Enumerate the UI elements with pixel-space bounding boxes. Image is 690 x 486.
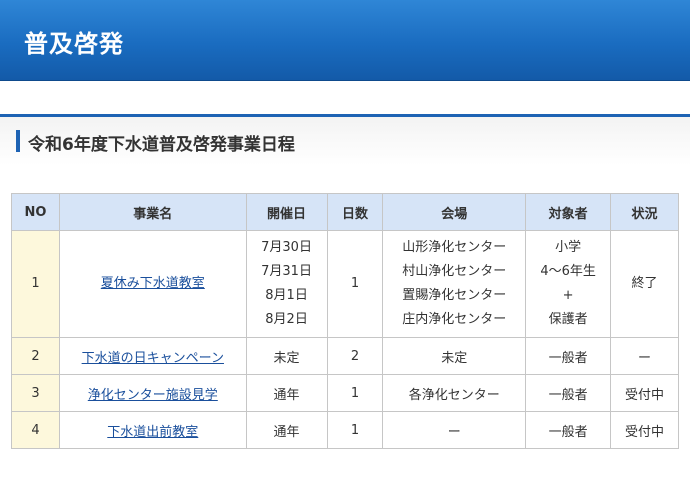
section-title: 令和6年度下水道普及啓発事業日程 <box>28 135 295 155</box>
target-line: 保護者 <box>548 312 588 327</box>
event-name-cell: 浄化センター施設見学 <box>58 374 247 412</box>
days-cell: 1 <box>326 374 384 412</box>
status-cell: 受付中 <box>610 411 679 449</box>
event-link[interactable]: 浄化センター施設見学 <box>88 388 218 403</box>
page-banner: 普及啓発 <box>0 0 690 81</box>
header-target: 対象者 <box>525 193 612 231</box>
event-link[interactable]: 下水道出前教室 <box>107 425 198 440</box>
event-name-cell: 下水道の日キャンペーン <box>58 337 247 375</box>
venue-line: 庄内浄化センター <box>402 312 507 327</box>
header-days: 日数 <box>326 193 384 231</box>
date-cell: 通年 <box>245 411 328 449</box>
table-row: 1 夏休み下水道教室 7月30日 7月31日 8月1日 8月2日 1 山形浄化セ… <box>11 230 679 338</box>
target-line: 4〜6年生 <box>540 264 596 279</box>
table-row: 2 下水道の日キャンペーン 未定 2 未定 一般者 ー <box>11 337 679 375</box>
date-line: 7月30日 <box>261 240 312 255</box>
status-cell: 終了 <box>610 230 679 338</box>
date-cell: 7月30日 7月31日 8月1日 8月2日 <box>245 230 328 338</box>
schedule-table: NO 事業名 開催日 日数 会場 対象者 状況 1 夏休み下水道教室 7月30日… <box>11 193 679 449</box>
days-cell: 2 <box>326 337 384 375</box>
days-cell: 1 <box>326 230 384 338</box>
table-row: 4 下水道出前教室 通年 1 ー 一般者 受付中 <box>11 411 679 449</box>
section-accent-bar <box>16 130 20 152</box>
event-link[interactable]: 下水道の日キャンペーン <box>82 351 224 366</box>
status-cell: 受付中 <box>610 374 679 412</box>
target-line: + <box>562 288 574 303</box>
venue-line: 村山浄化センター <box>402 264 507 279</box>
date-line: 8月1日 <box>265 288 308 303</box>
row-no: 4 <box>11 411 60 449</box>
row-no: 3 <box>11 374 60 412</box>
header-venue: 会場 <box>382 193 527 231</box>
header-event-name: 事業名 <box>58 193 247 231</box>
date-cell: 通年 <box>245 374 328 412</box>
venue-cell: 各浄化センター <box>382 374 527 412</box>
venue-cell: 山形浄化センター 村山浄化センター 置賜浄化センター 庄内浄化センター <box>382 230 527 338</box>
table-row: 3 浄化センター施設見学 通年 1 各浄化センター 一般者 受付中 <box>11 374 679 412</box>
target-cell: 小学 4〜6年生 + 保護者 <box>525 230 612 338</box>
date-cell: 未定 <box>245 337 328 375</box>
venue-line: 山形浄化センター <box>402 240 507 255</box>
header-status: 状況 <box>610 193 679 231</box>
page-title: 普及啓発 <box>24 30 124 58</box>
venue-cell: ー <box>382 411 527 449</box>
event-link[interactable]: 夏休み下水道教室 <box>101 276 205 291</box>
target-cell: 一般者 <box>525 411 612 449</box>
date-line: 7月31日 <box>261 264 312 279</box>
target-line: 小学 <box>555 240 582 255</box>
venue-line: 置賜浄化センター <box>402 288 507 303</box>
target-cell: 一般者 <box>525 337 612 375</box>
target-cell: 一般者 <box>525 374 612 412</box>
date-line: 8月2日 <box>265 312 308 327</box>
event-name-cell: 下水道出前教室 <box>58 411 247 449</box>
header-no: NO <box>11 193 60 231</box>
status-cell: ー <box>610 337 679 375</box>
event-name-cell: 夏休み下水道教室 <box>58 230 247 338</box>
venue-cell: 未定 <box>382 337 527 375</box>
table-header-row: NO 事業名 開催日 日数 会場 対象者 状況 <box>11 193 679 231</box>
header-date: 開催日 <box>245 193 328 231</box>
row-no: 2 <box>11 337 60 375</box>
days-cell: 1 <box>326 411 384 449</box>
row-no: 1 <box>11 230 60 338</box>
